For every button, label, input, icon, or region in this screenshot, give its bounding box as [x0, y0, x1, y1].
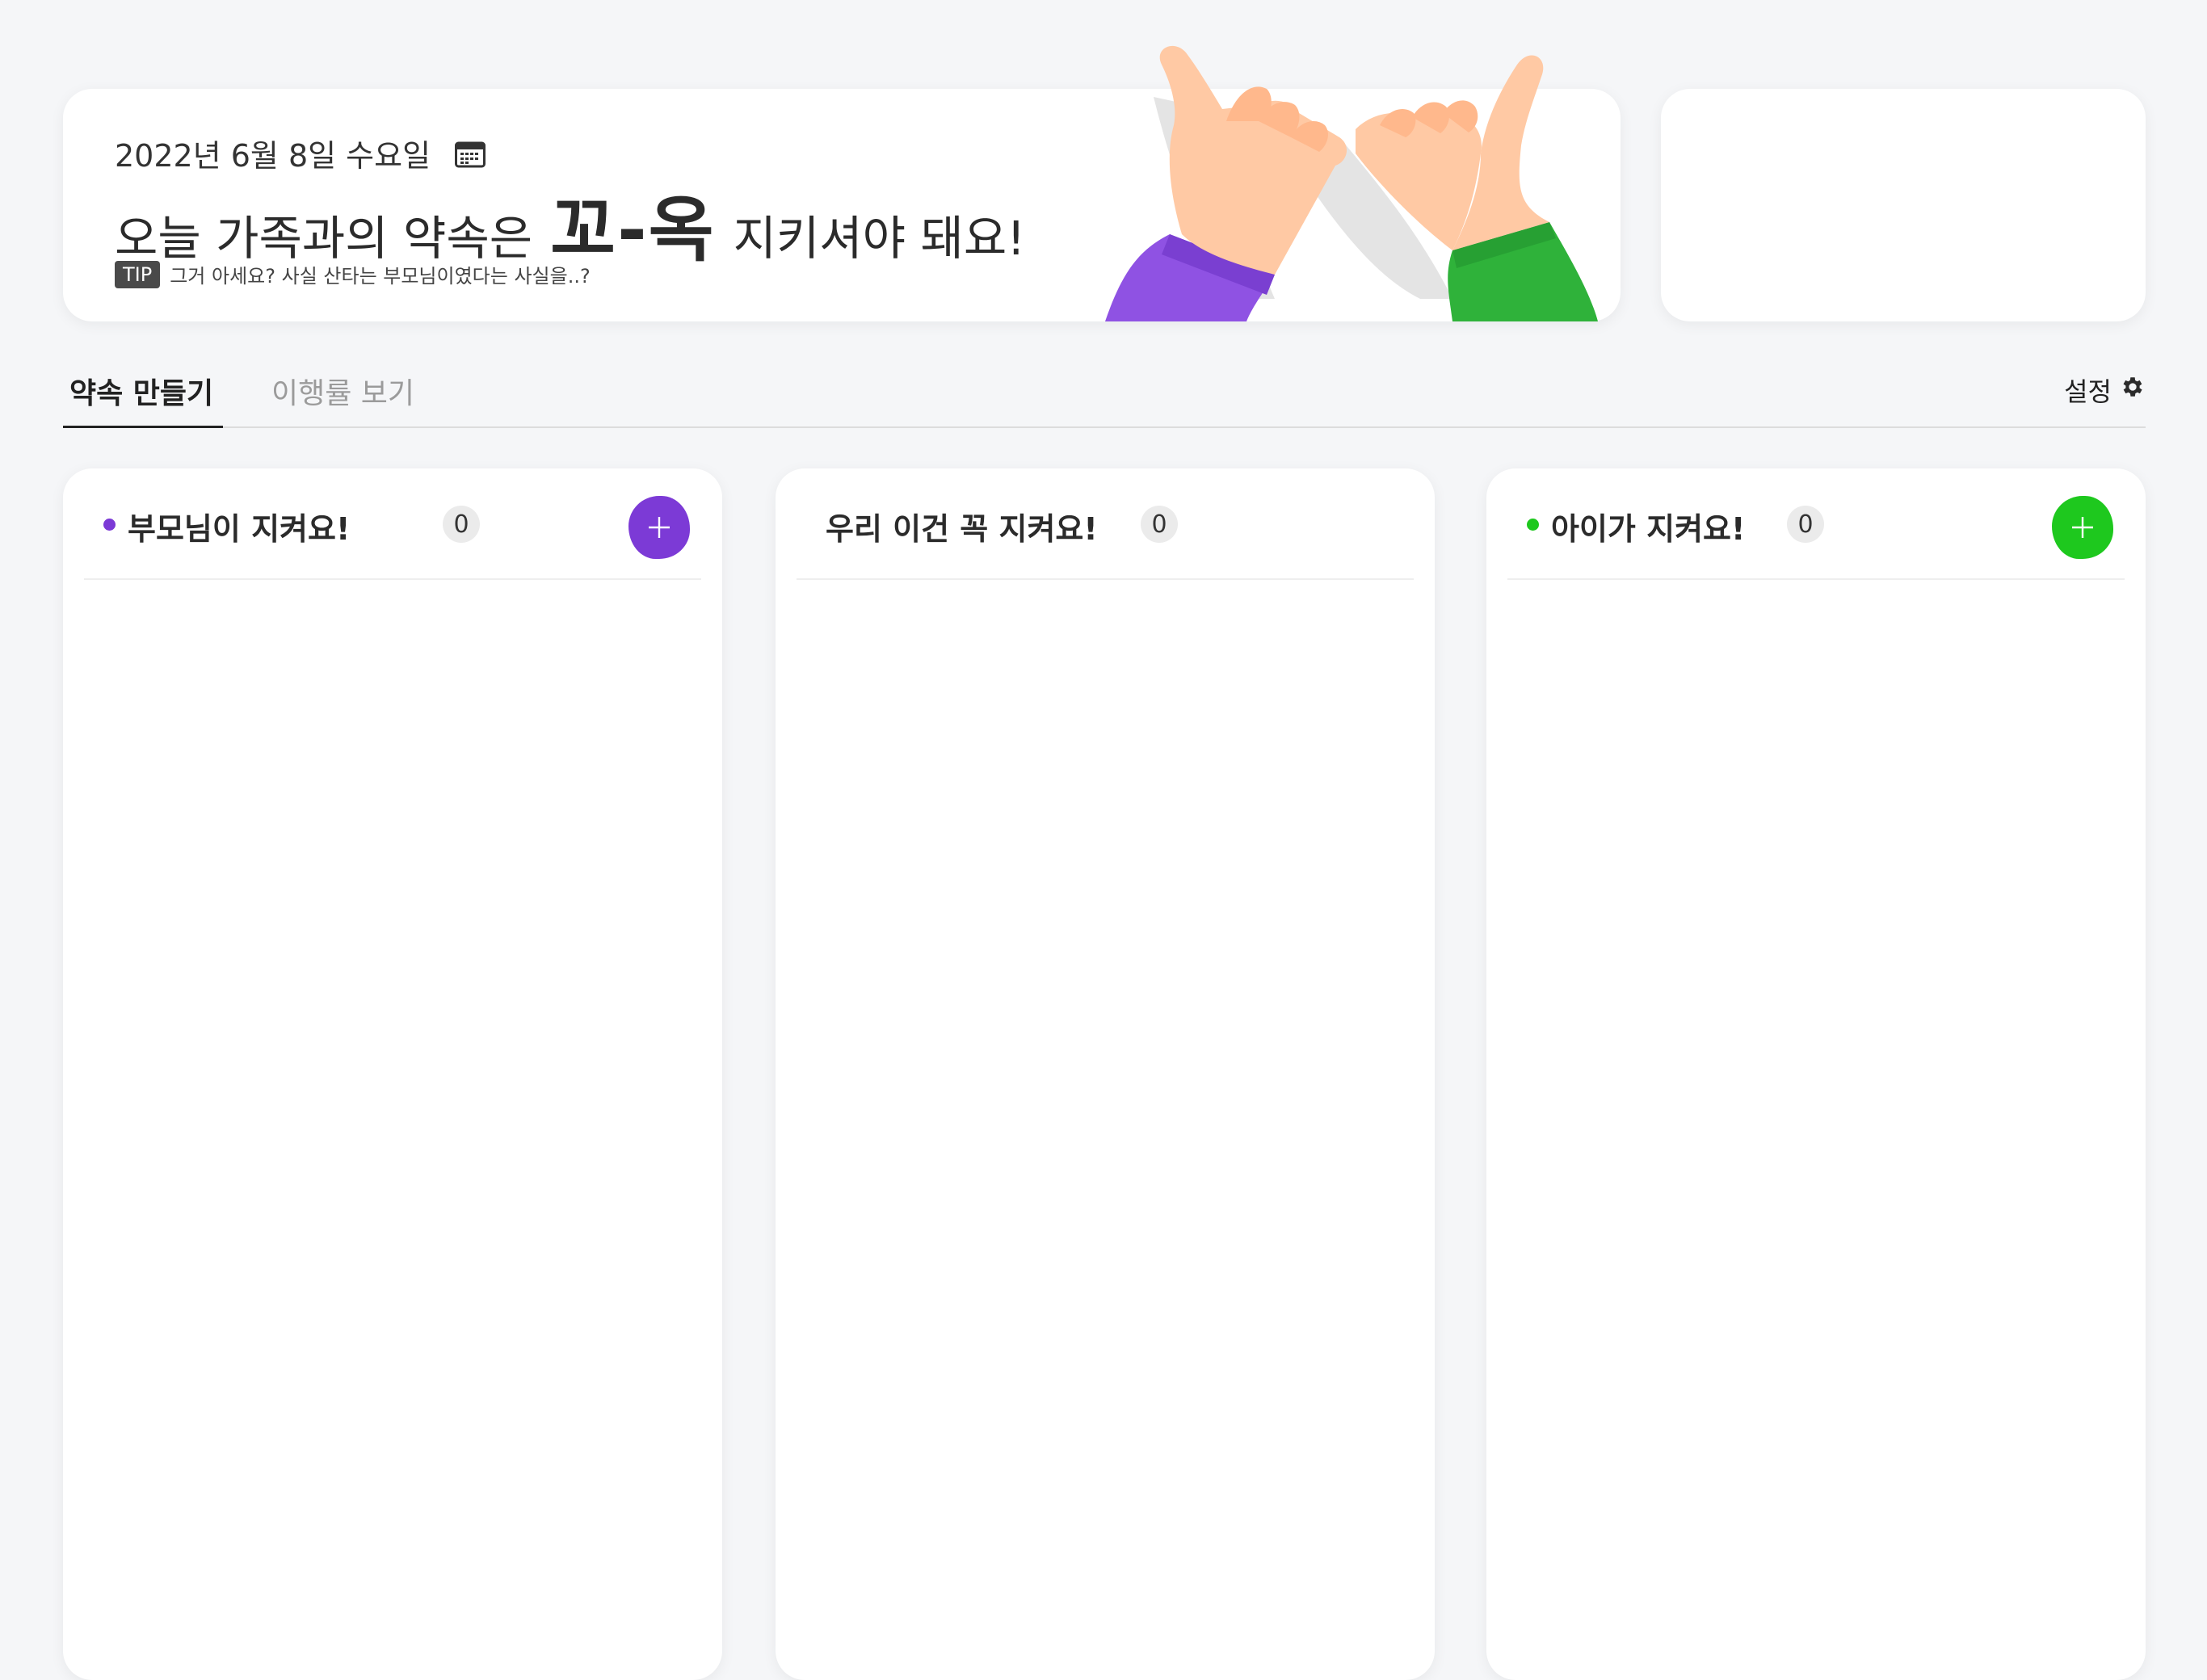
- column-parents: 부모님이 지켜요! 0: [63, 468, 722, 1680]
- column-together: 우리 이건 꼭 지켜요! 0: [776, 468, 1435, 1680]
- pinky-promise-illustration: [1105, 45, 1598, 321]
- purple-dot-icon: [103, 519, 116, 531]
- plus-icon: [2072, 517, 2093, 538]
- column-title: 부모님이 지켜요!: [128, 511, 351, 547]
- calendar-icon[interactable]: [455, 140, 486, 167]
- count-badge: 0: [1141, 506, 1178, 543]
- banner-card: 2022년 6월 8일 수요일 오늘 가족과의 약속은 꼬-옥 지키셔야 돼요!…: [63, 45, 1621, 321]
- tab-completion-rate[interactable]: 이행률 보기: [271, 370, 414, 412]
- column-child: 아이가 지켜요! 0: [1486, 468, 2146, 1680]
- column-header: 부모님이 지켜요! 0: [84, 468, 701, 580]
- banner-date: 2022년 6월 8일 수요일: [115, 138, 431, 174]
- add-parent-promise-button[interactable]: [628, 496, 690, 559]
- count-badge: 0: [443, 506, 480, 543]
- column-title: 우리 이건 꼭 지켜요!: [826, 511, 1098, 547]
- headline-before: 오늘 가족과의 약속은: [115, 211, 533, 266]
- gear-icon: [2120, 374, 2146, 406]
- banner-date-row: 2022년 6월 8일 수요일: [115, 131, 486, 175]
- column-header: 아이가 지켜요! 0: [1507, 468, 2125, 580]
- tab-bar: 약속 만들기 이행률 보기 설정: [63, 355, 2146, 428]
- plus-icon: [649, 517, 670, 538]
- banner-tip: TIP 그거 아세요? 사실 산타는 부모님이였다는 사실을..?: [115, 260, 591, 288]
- column-header: 우리 이건 꼭 지켜요! 0: [797, 468, 1414, 580]
- column-title: 아이가 지켜요!: [1551, 511, 1746, 547]
- tab-make-promise[interactable]: 약속 만들기: [69, 370, 213, 412]
- settings-button[interactable]: 설정: [2064, 372, 2146, 409]
- headline-after: 지키셔야 돼요!: [733, 211, 1026, 266]
- add-child-promise-button[interactable]: [2052, 496, 2113, 559]
- count-badge: 0: [1787, 506, 1824, 543]
- settings-label: 설정: [2064, 376, 2112, 407]
- green-dot-icon: [1527, 519, 1539, 531]
- tip-badge: TIP: [115, 260, 161, 288]
- tip-text: 그거 아세요? 사실 산타는 부모님이였다는 사실을..?: [170, 265, 591, 288]
- side-card: [1661, 89, 2146, 321]
- tab-active-indicator: [63, 426, 223, 428]
